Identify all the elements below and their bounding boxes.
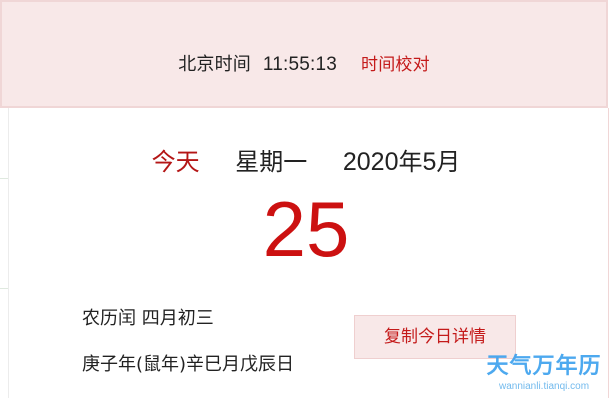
beijing-time-bar: 北京时间 11:55:13 时间校对 — [0, 0, 608, 108]
date-header: 今天 星期一 2020年5月 — [0, 142, 612, 177]
weekday-label: 星期一 — [235, 148, 308, 176]
left-strip-divider — [0, 178, 8, 179]
day-number: 25 — [262, 185, 350, 273]
calendar-widget: 北京时间 11:55:13 时间校对 今天 星期一 2020年5月 25 农历闰… — [0, 0, 612, 398]
time-calibrate-link[interactable]: 时间校对 — [361, 55, 430, 75]
beijing-time-label: 北京时间 — [178, 54, 251, 75]
current-time: 11:55:13 — [262, 54, 338, 75]
left-strip-divider — [0, 288, 8, 289]
year-unit: 年 — [398, 148, 423, 176]
time-row: 北京时间 11:55:13 时间校对 — [2, 50, 606, 76]
watermark-url: wannianli.tianqi.com — [498, 381, 590, 392]
lunar-date: 农历闰 四月初三 — [82, 308, 214, 329]
year-value: 2020 — [342, 148, 399, 176]
month-unit: 月 — [436, 148, 461, 176]
ganzhi-date: 庚子年(鼠年)辛巳月戊辰日 — [82, 354, 295, 375]
month-value: 5 — [422, 148, 437, 176]
site-watermark: 天气万年历 wannianli.tianqi.com — [484, 348, 604, 392]
watermark-title: 天气万年历 — [486, 354, 602, 379]
today-label: 今天 — [151, 148, 200, 176]
